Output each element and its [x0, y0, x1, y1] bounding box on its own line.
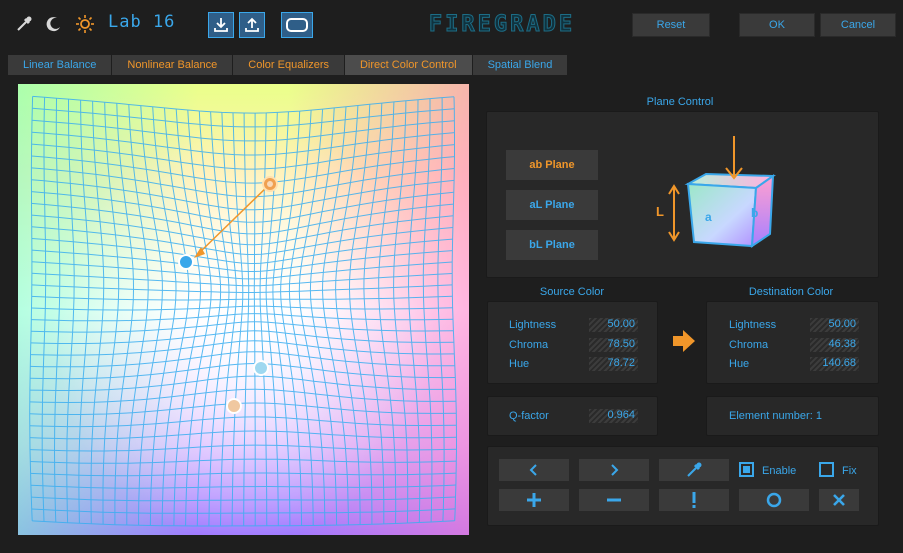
- ab-plane-button[interactable]: ab Plane: [506, 150, 598, 180]
- chevron-right-icon: [611, 464, 619, 476]
- actions-panel: [487, 446, 879, 526]
- checkbox-fill: [743, 466, 750, 473]
- dest-chroma-value[interactable]: 46.38: [810, 338, 859, 352]
- pick-color-button[interactable]: [659, 459, 729, 481]
- qfactor-value[interactable]: 0.964: [589, 409, 638, 423]
- display-frame-icon[interactable]: [281, 12, 313, 38]
- remove-point-button[interactable]: [579, 489, 649, 511]
- reset-button[interactable]: Reset: [632, 13, 710, 37]
- al-plane-button[interactable]: aL Plane: [506, 190, 598, 220]
- cube-b-label: b: [751, 206, 758, 220]
- enable-checkbox[interactable]: [739, 462, 754, 477]
- displacement-vector: [197, 183, 271, 255]
- tab-label: Direct Color Control: [359, 59, 457, 71]
- plane-control-title: Plane Control: [646, 96, 714, 108]
- al-plane-label: aL Plane: [529, 199, 575, 211]
- dest-chroma-label: Chroma: [729, 339, 769, 351]
- source-chroma-label: Chroma: [509, 339, 549, 351]
- ok-button[interactable]: OK: [739, 13, 815, 37]
- firegrade-logo: FIREGRADE: [428, 12, 575, 38]
- tab-direct-color-control[interactable]: Direct Color Control: [344, 55, 472, 75]
- color-mode-label[interactable]: Lab 16: [108, 12, 175, 32]
- source-hue-label: Hue: [509, 358, 530, 370]
- color-plane-canvas[interactable]: [18, 84, 469, 535]
- qfactor-label: Q-factor: [509, 410, 549, 422]
- fix-checkbox[interactable]: [819, 462, 834, 477]
- enable-label: Enable: [762, 465, 797, 477]
- sun-icon[interactable]: [73, 12, 97, 36]
- reset-point-button[interactable]: [739, 489, 809, 511]
- control-point[interactable]: [226, 398, 242, 414]
- source-point[interactable]: [262, 176, 278, 192]
- previous-button[interactable]: [499, 459, 569, 481]
- cube-a-label: a: [705, 210, 712, 224]
- chevron-left-icon: [529, 464, 537, 476]
- delete-button[interactable]: [819, 489, 859, 511]
- fix-label: Fix: [842, 465, 857, 477]
- tab-linear-balance[interactable]: Linear Balance: [8, 55, 112, 75]
- eyedropper-icon[interactable]: [12, 12, 36, 36]
- plus-icon: [527, 493, 541, 507]
- tab-spatial-blend[interactable]: Spatial Blend: [472, 55, 568, 75]
- close-icon: [833, 494, 845, 506]
- control-point[interactable]: [253, 360, 269, 376]
- dest-hue-value[interactable]: 140.68: [810, 357, 859, 371]
- source-hue-value[interactable]: 78.72: [589, 357, 638, 371]
- next-button[interactable]: [579, 459, 649, 481]
- add-point-button[interactable]: [499, 489, 569, 511]
- tab-bar: Linear Balance Nonlinear Balance Color E…: [8, 55, 568, 75]
- dest-hue-label: Hue: [729, 358, 750, 370]
- dest-lightness-label: Lightness: [729, 319, 777, 331]
- transfer-arrow-icon: [673, 330, 695, 352]
- bl-plane-button[interactable]: bL Plane: [506, 230, 598, 260]
- source-lightness-value[interactable]: 50.00: [589, 318, 638, 332]
- destination-point[interactable]: [178, 254, 194, 270]
- source-color-title: Source Color: [539, 286, 605, 298]
- tab-label: Color Equalizers: [248, 59, 329, 71]
- circle-icon: [766, 492, 782, 508]
- lab-cube-icon: L a b: [656, 136, 777, 248]
- control-points-layer: [178, 176, 278, 414]
- element-number-label: Element number: 1: [729, 410, 822, 422]
- destination-color-title: Destination Color: [748, 286, 834, 298]
- cube-l-label: L: [656, 204, 664, 219]
- bl-plane-label: bL Plane: [529, 239, 575, 251]
- eyedropper-icon: [687, 462, 702, 477]
- tab-color-equalizers[interactable]: Color Equalizers: [233, 55, 344, 75]
- dest-lightness-value[interactable]: 50.00: [810, 318, 859, 332]
- upload-icon[interactable]: [239, 12, 265, 38]
- tab-label: Nonlinear Balance: [127, 59, 218, 71]
- cancel-button[interactable]: Cancel: [820, 13, 896, 37]
- tab-label: Spatial Blend: [487, 59, 553, 71]
- moon-icon[interactable]: [42, 12, 66, 36]
- tab-nonlinear-balance[interactable]: Nonlinear Balance: [112, 55, 233, 75]
- exclamation-icon: [692, 492, 696, 508]
- brand-text: FIREGRADE: [429, 12, 575, 37]
- source-chroma-value[interactable]: 78.50: [589, 338, 638, 352]
- tab-label: Linear Balance: [23, 59, 97, 71]
- source-lightness-label: Lightness: [509, 319, 557, 331]
- ab-plane-label: ab Plane: [529, 159, 575, 171]
- minus-icon: [607, 498, 621, 502]
- alert-button[interactable]: [659, 489, 729, 511]
- download-icon[interactable]: [208, 12, 234, 38]
